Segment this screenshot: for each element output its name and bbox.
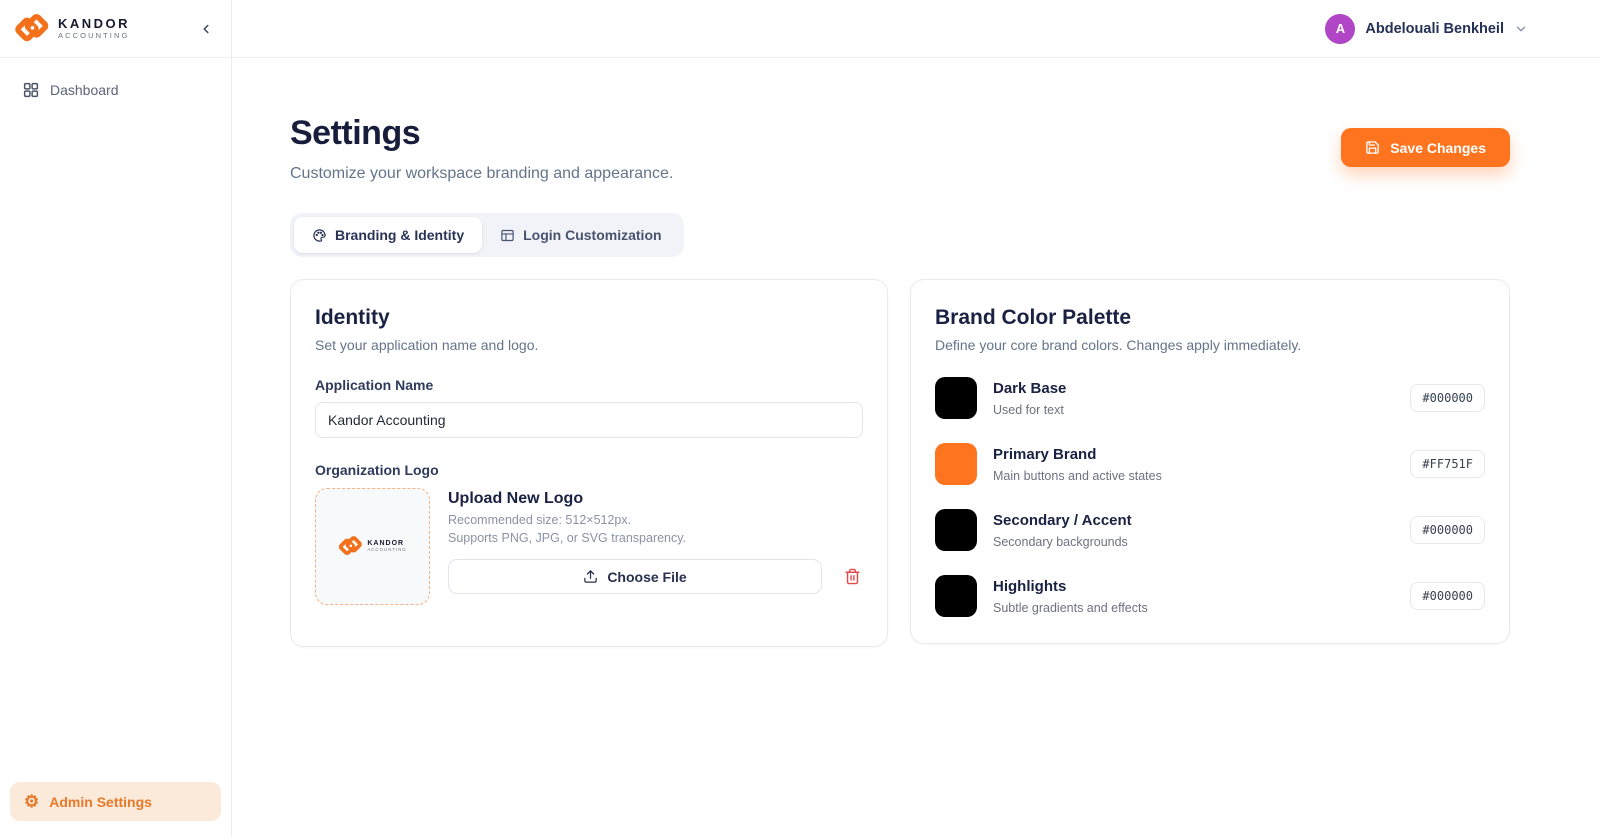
logo-subtitle: ACCOUNTING xyxy=(58,31,130,40)
color-row-highlights: Highlights Subtle gradients and effects … xyxy=(935,575,1485,617)
color-description: Used for text xyxy=(993,403,1066,417)
tab-branding-identity[interactable]: Branding & Identity xyxy=(294,217,482,253)
logo-preview-text: KANDOR ACCOUNTING xyxy=(367,540,406,554)
settings-tabs: Branding & Identity Login Customization xyxy=(290,213,684,257)
settings-page: Settings Customize your workspace brandi… xyxy=(232,58,1600,647)
main-area: A Abdelouali Benkheil Settings Customize… xyxy=(232,0,1600,837)
page-header-text: Settings Customize your workspace brandi… xyxy=(290,114,673,183)
logo-preview-subtitle: ACCOUNTING xyxy=(367,547,406,553)
sidebar-item-dashboard[interactable]: Dashboard xyxy=(12,72,219,108)
logo-upload-row: KANDOR ACCOUNTING Upload New Logo Recomm… xyxy=(315,488,863,605)
color-row-text: Dark Base Used for text xyxy=(993,380,1066,417)
tab-label: Login Customization xyxy=(523,227,661,243)
identity-card-subtitle: Set your application name and logo. xyxy=(315,337,863,353)
color-hex-value[interactable]: #000000 xyxy=(1410,516,1485,544)
sidebar: KANDOR ACCOUNTING Dashboard ⚙ xyxy=(0,0,232,837)
user-menu[interactable]: A Abdelouali Benkheil xyxy=(1325,14,1528,44)
page-title: Settings xyxy=(290,114,673,153)
palette-icon xyxy=(312,228,327,243)
upload-title: Upload New Logo xyxy=(448,490,863,508)
app-logo: KANDOR ACCOUNTING xyxy=(14,11,130,47)
user-name: Abdelouali Benkheil xyxy=(1365,21,1504,37)
page-subtitle: Customize your workspace branding and ap… xyxy=(290,165,673,183)
gear-icon: ⚙ xyxy=(24,793,39,810)
sidebar-item-admin-settings[interactable]: ⚙ Admin Settings xyxy=(10,782,221,821)
page-header: Settings Customize your workspace brandi… xyxy=(290,114,1510,183)
color-swatch[interactable] xyxy=(935,575,977,617)
upload-icon xyxy=(583,569,598,584)
color-row-text: Primary Brand Main buttons and active st… xyxy=(993,446,1162,483)
layout-icon xyxy=(500,228,515,243)
palette-card-subtitle: Define your core brand colors. Changes a… xyxy=(935,337,1485,353)
app-logo-text: KANDOR ACCOUNTING xyxy=(58,17,130,40)
kandor-logo-icon-small xyxy=(338,534,363,559)
color-name: Dark Base xyxy=(993,380,1066,397)
logo-preview-title: KANDOR xyxy=(367,540,406,548)
color-swatch[interactable] xyxy=(935,377,977,419)
choose-file-button[interactable]: Choose File xyxy=(448,559,822,594)
upload-hint-formats: Supports PNG, JPG, or SVG transparency. xyxy=(448,531,863,547)
color-swatch[interactable] xyxy=(935,443,977,485)
avatar: A xyxy=(1325,14,1355,44)
application-name-label: Application Name xyxy=(315,377,863,393)
settings-cards: Identity Set your application name and l… xyxy=(290,279,1510,647)
tab-login-customization[interactable]: Login Customization xyxy=(482,217,679,253)
sidebar-footer: ⚙ Admin Settings xyxy=(10,782,221,821)
chevron-left-icon xyxy=(199,22,213,36)
color-name: Highlights xyxy=(993,578,1148,595)
identity-card: Identity Set your application name and l… xyxy=(290,279,888,647)
color-row-primary-brand: Primary Brand Main buttons and active st… xyxy=(935,443,1485,485)
tab-label: Branding & Identity xyxy=(335,227,464,243)
sidebar-collapse-button[interactable] xyxy=(195,18,217,40)
logo-title: KANDOR xyxy=(58,17,130,31)
color-row-dark-base: Dark Base Used for text #000000 xyxy=(935,377,1485,419)
logo-preview-box[interactable]: KANDOR ACCOUNTING xyxy=(315,488,430,605)
upload-instructions: Upload New Logo Recommended size: 512×51… xyxy=(448,488,863,605)
color-row-text: Highlights Subtle gradients and effects xyxy=(993,578,1148,615)
palette-rows: Dark Base Used for text #000000 Primary … xyxy=(935,377,1485,617)
dashboard-grid-icon xyxy=(22,81,40,99)
color-hex-value[interactable]: #000000 xyxy=(1410,582,1485,610)
upload-hint-size: Recommended size: 512×512px. xyxy=(448,513,863,529)
top-header: A Abdelouali Benkheil xyxy=(232,0,1600,58)
color-hex-value[interactable]: #FF751F xyxy=(1410,450,1485,478)
delete-logo-button[interactable] xyxy=(842,566,863,587)
kandor-logo-icon xyxy=(14,11,50,47)
identity-card-title: Identity xyxy=(315,306,863,330)
color-name: Primary Brand xyxy=(993,446,1162,463)
organization-logo-label: Organization Logo xyxy=(315,462,863,478)
save-changes-button[interactable]: Save Changes xyxy=(1341,128,1510,167)
sidebar-item-label: Dashboard xyxy=(50,82,119,98)
color-description: Secondary backgrounds xyxy=(993,535,1132,549)
brand-color-palette-card: Brand Color Palette Define your core bra… xyxy=(910,279,1510,644)
save-button-label: Save Changes xyxy=(1390,140,1486,156)
application-name-input[interactable] xyxy=(315,402,863,438)
color-hex-value[interactable]: #000000 xyxy=(1410,384,1485,412)
admin-settings-label: Admin Settings xyxy=(49,794,152,810)
color-name: Secondary / Accent xyxy=(993,512,1132,529)
chevron-down-icon xyxy=(1514,22,1528,36)
color-swatch[interactable] xyxy=(935,509,977,551)
choose-file-label: Choose File xyxy=(607,569,686,585)
save-icon xyxy=(1365,140,1380,155)
color-row-secondary-accent: Secondary / Accent Secondary backgrounds… xyxy=(935,509,1485,551)
sidebar-nav: Dashboard xyxy=(0,58,231,122)
color-row-text: Secondary / Accent Secondary backgrounds xyxy=(993,512,1132,549)
color-description: Main buttons and active states xyxy=(993,469,1162,483)
color-description: Subtle gradients and effects xyxy=(993,601,1148,615)
upload-actions: Choose File xyxy=(448,559,863,594)
sidebar-header: KANDOR ACCOUNTING xyxy=(0,0,231,58)
palette-card-title: Brand Color Palette xyxy=(935,306,1485,330)
logo-preview-image: KANDOR ACCOUNTING xyxy=(338,534,406,559)
trash-icon xyxy=(844,568,861,585)
